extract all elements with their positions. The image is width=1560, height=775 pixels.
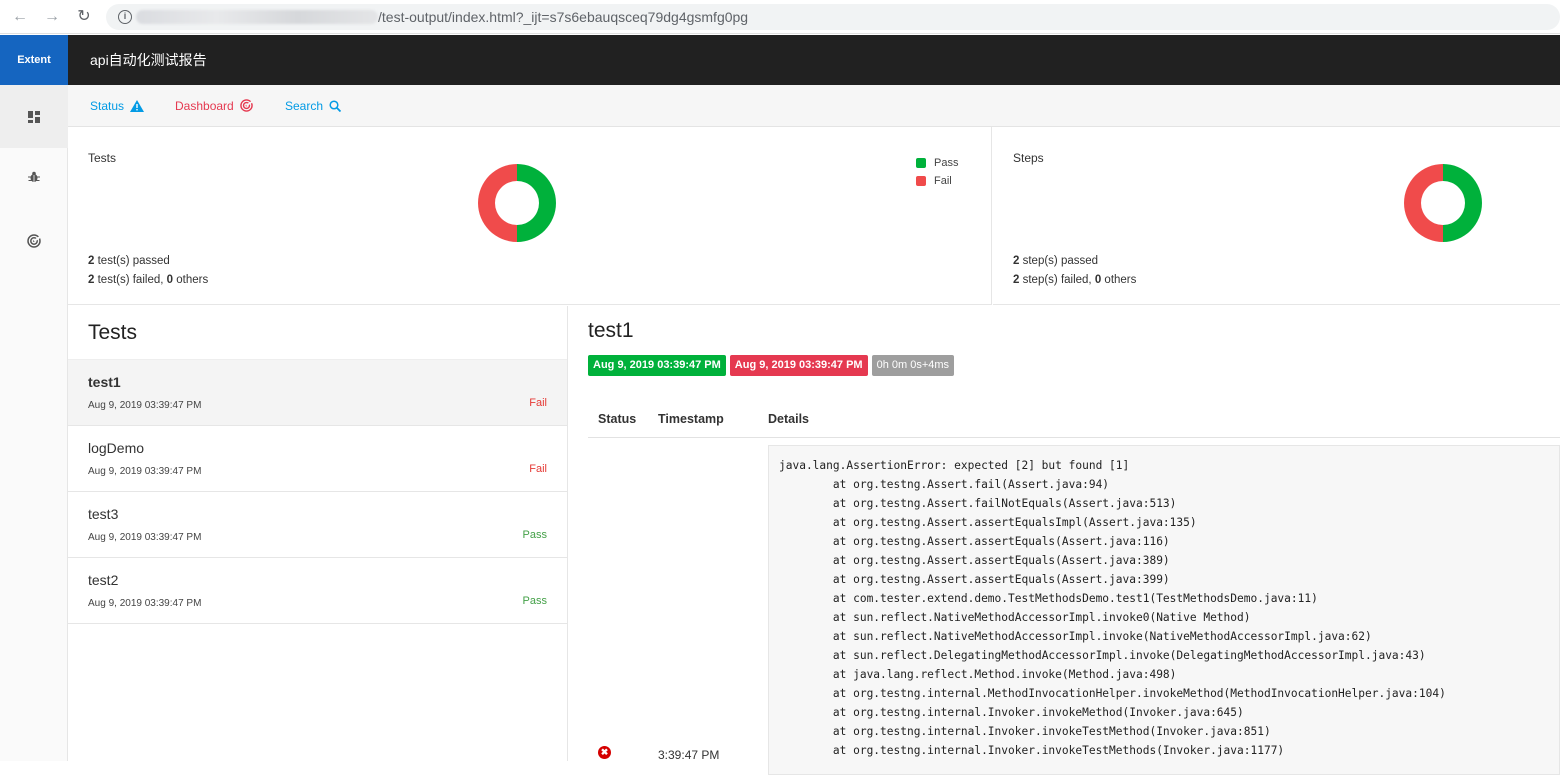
end-time-badge: Aug 9, 2019 03:39:47 PM: [729, 355, 868, 376]
test-status-badge: Pass: [522, 529, 547, 541]
legend-item-pass[interactable]: Pass: [916, 154, 958, 172]
passed-summary: 2 step(s) passed: [1013, 255, 1098, 267]
test-status-badge: Pass: [522, 595, 547, 607]
legend-item-fail[interactable]: Fail: [916, 172, 958, 190]
browser-toolbar: ← → ↻ i /test-output/index.html?_ijt=s7s…: [0, 0, 1560, 34]
test-list-item[interactable]: test3 Aug 9, 2019 03:39:47 PM Pass: [68, 492, 567, 558]
tests-donut-chart[interactable]: [477, 163, 557, 243]
test-time: Aug 9, 2019 03:39:47 PM: [88, 466, 202, 477]
sub-navbar: Status Dashboard Search: [68, 85, 1560, 127]
status-filter-label: Status: [90, 99, 125, 113]
test-name: test3: [88, 506, 119, 522]
donut-fail-segment[interactable]: [478, 164, 517, 242]
test-list-header: Tests: [68, 306, 567, 360]
test-time: Aug 9, 2019 03:39:47 PM: [88, 598, 202, 609]
steps-summary-card: Steps 2 step(s) passed 2 step(s) failed,…: [993, 127, 1560, 305]
side-item-tests[interactable]: [0, 85, 68, 148]
test-name: test2: [88, 572, 119, 588]
log-table-header: Status Timestamp Details: [588, 402, 1560, 438]
bug-icon: [28, 171, 40, 182]
chart-legend: Pass Fail: [916, 154, 958, 190]
column-header-status: Status: [598, 412, 637, 426]
donut-pass-segment[interactable]: [1443, 164, 1482, 242]
legend-label: Pass: [934, 157, 959, 169]
failed-summary: 2 test(s) failed, 0 others: [88, 274, 208, 286]
reload-icon[interactable]: ↻: [74, 7, 94, 27]
detail-badges: Aug 9, 2019 03:39:47 PM Aug 9, 2019 03:3…: [588, 355, 955, 376]
donut-fail-segment[interactable]: [1404, 164, 1443, 242]
legend-label: Fail: [934, 175, 952, 187]
passed-text: test(s) passed: [94, 255, 170, 267]
test-name: logDemo: [88, 440, 145, 456]
test-list-panel: Tests test1 Aug 9, 2019 03:39:47 PM Fail…: [68, 306, 568, 761]
dashboard-link[interactable]: Dashboard: [175, 85, 253, 127]
stacktrace-block[interactable]: java.lang.AssertionError: expected [2] b…: [768, 445, 1560, 775]
donut-pass-segment[interactable]: [517, 164, 556, 242]
test-time: Aug 9, 2019 03:39:47 PM: [88, 532, 202, 543]
dashboard-grid-icon: [28, 110, 40, 123]
tests-summary-card: Tests Pass Fail 2 test(s) passed 2 test(…: [68, 127, 992, 305]
start-time-badge: Aug 9, 2019 03:39:47 PM: [588, 355, 726, 376]
radar-icon: [27, 233, 41, 248]
duration-badge: 0h 0m 0s+4ms: [871, 355, 955, 376]
test-list-item[interactable]: logDemo Aug 9, 2019 03:39:47 PM Fail: [68, 426, 567, 492]
test-status-badge: Fail: [529, 397, 547, 409]
search-label: Search: [285, 99, 324, 113]
search-icon: [329, 100, 342, 113]
url-redacted-host: [136, 10, 378, 24]
card-title: Tests: [88, 151, 117, 165]
test-status-badge: Fail: [529, 463, 547, 475]
forward-arrow-icon[interactable]: →: [42, 7, 62, 27]
passed-text: step(s) passed: [1019, 255, 1099, 267]
warning-icon: [130, 100, 145, 112]
legend-swatch: [916, 158, 926, 168]
detail-title: test1: [588, 319, 634, 342]
test-detail-panel: test1 Aug 9, 2019 03:39:47 PM Aug 9, 201…: [568, 306, 1560, 775]
radar-icon: [239, 99, 253, 112]
column-header-details: Details: [768, 412, 809, 426]
others-text: others: [173, 274, 209, 286]
others-text: others: [1101, 274, 1137, 286]
brand-logo[interactable]: Extent: [0, 35, 68, 85]
failed-summary: 2 step(s) failed, 0 others: [1013, 274, 1136, 286]
report-name: api自动化测试报告: [90, 52, 207, 68]
search-link[interactable]: Search: [285, 85, 342, 127]
url-text[interactable]: /test-output/index.html?_ijt=s7s6ebauqsc…: [378, 9, 748, 25]
test-list-item[interactable]: test2 Aug 9, 2019 03:39:47 PM Pass: [68, 558, 567, 624]
log-timestamp: 3:39:47 PM: [658, 748, 720, 762]
info-icon[interactable]: i: [118, 10, 132, 24]
failed-text: test(s) failed,: [94, 274, 167, 286]
failed-text: step(s) failed,: [1019, 274, 1095, 286]
passed-summary: 2 test(s) passed: [88, 255, 170, 267]
top-navbar: Extent api自动化测试报告: [0, 35, 1560, 85]
test-list-item[interactable]: test1 Aug 9, 2019 03:39:47 PM Fail: [68, 360, 567, 426]
side-item-categories[interactable]: [0, 145, 68, 208]
dashboard-label: Dashboard: [175, 99, 234, 113]
side-item-dashboard[interactable]: [0, 209, 68, 272]
test-time: Aug 9, 2019 03:39:47 PM: [88, 400, 202, 411]
side-navbar: [0, 85, 68, 761]
back-arrow-icon[interactable]: ←: [10, 7, 30, 27]
address-bar[interactable]: i /test-output/index.html?_ijt=s7s6ebauq…: [106, 4, 1560, 30]
fail-status-icon: ✖: [598, 746, 611, 759]
status-filter-link[interactable]: Status: [90, 85, 145, 127]
steps-donut-chart[interactable]: [1403, 163, 1483, 243]
card-title: Steps: [1013, 151, 1044, 165]
column-header-timestamp: Timestamp: [658, 412, 724, 426]
legend-swatch: [916, 176, 926, 186]
test-name: test1: [88, 374, 121, 390]
